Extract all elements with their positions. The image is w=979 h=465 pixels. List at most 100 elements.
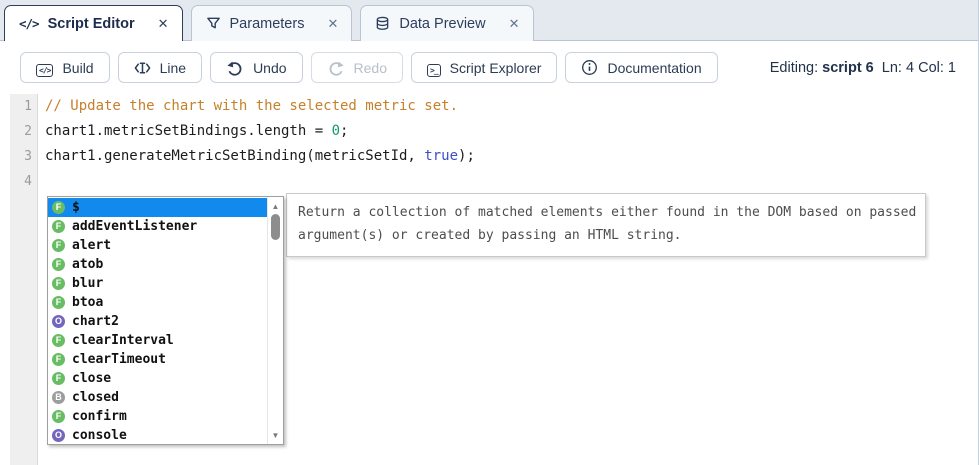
code-line[interactable]: // Update the chart with the selected me… — [45, 94, 978, 119]
autocomplete-item-label: closed — [72, 390, 119, 405]
script-explorer-icon: >_ — [427, 60, 441, 77]
autocomplete-item-label: addEventListener — [72, 219, 198, 234]
close-icon[interactable]: ✕ — [158, 16, 169, 32]
autocomplete-item-label: btoa — [72, 295, 104, 310]
autocomplete-list: F $ FaddEventListener Falert Fatob Fblur Fbtoa… — [48, 197, 267, 444]
function-icon: F — [52, 334, 65, 347]
autocomplete-item-label: chart2 — [72, 314, 119, 329]
editing-label: Editing: — [769, 59, 823, 76]
autocomplete-item-label: clearInterval — [72, 333, 174, 348]
autocomplete-scrollbar[interactable]: ▲ ▼ — [267, 197, 283, 444]
autocomplete-item[interactable]: Fbtoa — [48, 293, 267, 312]
close-icon[interactable]: ✕ — [509, 16, 520, 32]
autocomplete-item-label: confirm — [72, 409, 127, 424]
function-icon: F — [52, 353, 65, 366]
autocomplete-item[interactable]: Fconfirm — [48, 407, 267, 426]
line-number: 2 — [24, 124, 32, 139]
line-number: 3 — [24, 149, 32, 164]
line-value: 4 — [906, 59, 915, 76]
autocomplete-item[interactable]: Fclose — [48, 369, 267, 388]
function-icon: F — [52, 277, 65, 290]
token-plain: ; — [340, 123, 349, 139]
undo-button[interactable]: Undo — [210, 52, 303, 83]
filter-icon — [206, 16, 221, 31]
script-editor-window: </> Script Editor ✕ Parameters ✕ Data Preview… — [0, 0, 979, 465]
code-line[interactable] — [45, 169, 978, 194]
redo-button[interactable]: Redo — [310, 52, 403, 83]
toolbar: </> Build Line Undo Redo >_ Script Explorer Doc… — [0, 41, 978, 94]
toolbar-buttons: </> Build Line Undo Redo >_ Script Explorer Doc… — [20, 52, 770, 83]
token-comment: // Update the chart with the selected me… — [45, 98, 459, 114]
object-icon: O — [52, 429, 65, 442]
build-icon: </> — [36, 60, 54, 77]
function-icon: F — [52, 239, 65, 252]
undo-icon — [226, 60, 244, 76]
line-number: 1 — [24, 99, 32, 114]
scrollbar-thumb[interactable] — [271, 214, 280, 240]
build-button[interactable]: </> Build — [20, 52, 110, 83]
close-icon[interactable]: ✕ — [327, 16, 338, 32]
function-icon: F — [52, 372, 65, 385]
function-icon: F — [52, 296, 65, 309]
tooltip-line: argument(s) or created by passing an HTM… — [298, 228, 682, 243]
autocomplete-item-label: $ — [72, 200, 80, 215]
autocomplete-item[interactable]: FaddEventListener — [48, 217, 267, 236]
col-label: Col: — [914, 59, 948, 76]
autocomplete-item-label: atob — [72, 257, 104, 272]
autocomplete-item[interactable]: FclearTimeout — [48, 350, 267, 369]
autocomplete-item[interactable]: Fatob — [48, 255, 267, 274]
scroll-up-button[interactable]: ▲ — [268, 199, 283, 213]
button-label: Documentation — [607, 59, 702, 76]
col-value: 1 — [947, 59, 956, 76]
function-icon: F — [52, 258, 65, 271]
documentation-icon — [581, 59, 598, 76]
button-label: Script Explorer — [449, 59, 542, 76]
tab-data-preview[interactable]: Data Preview ✕ — [360, 5, 534, 41]
editing-script-name: script 6 — [822, 59, 874, 76]
tooltip-line: Return a collection of matched elements … — [298, 205, 917, 220]
tab-label: Script Editor — [47, 15, 135, 32]
tab-parameters[interactable]: Parameters ✕ — [190, 5, 353, 41]
script-explorer-button[interactable]: >_ Script Explorer — [411, 52, 558, 83]
editing-status: Editing: script 6 Ln: 4 Col: 1 — [770, 60, 958, 76]
autocomplete-item[interactable]: Oconsole — [48, 426, 267, 444]
code-icon: </> — [19, 15, 40, 31]
function-icon: F — [52, 201, 65, 214]
autocomplete-item-label: close — [72, 371, 112, 386]
token-plain: chart1.generateMetricSetBinding(metricSe… — [45, 148, 425, 164]
line-icon — [134, 60, 151, 76]
autocomplete-item-label: clearTimeout — [72, 352, 166, 367]
line-button[interactable]: Line — [117, 52, 203, 83]
button-label: Redo — [353, 59, 387, 76]
code-line[interactable]: chart1.generateMetricSetBinding(metricSe… — [45, 144, 978, 169]
scroll-down-button[interactable]: ▼ — [268, 428, 283, 442]
autocomplete-item-label: blur — [72, 276, 104, 291]
autocomplete-item[interactable]: Fblur — [48, 274, 267, 293]
autocomplete-item[interactable]: Falert — [48, 236, 267, 255]
autocomplete-item[interactable]: FclearInterval — [48, 331, 267, 350]
redo-icon — [327, 60, 345, 76]
database-icon — [375, 16, 390, 32]
button-label: Undo — [253, 59, 287, 76]
tab-bar: </> Script Editor ✕ Parameters ✕ Data Preview… — [0, 0, 978, 41]
autocomplete-item[interactable]: Bclosed — [48, 388, 267, 407]
documentation-button[interactable]: Documentation — [565, 52, 718, 83]
code-line[interactable]: chart1.metricSetBindings.length = 0; — [45, 119, 978, 144]
tab-label: Parameters — [229, 15, 305, 32]
line-number-gutter: 1 2 3 4 — [10, 94, 38, 465]
token-plain: ); — [458, 148, 475, 164]
autocomplete-item[interactable]: F $ — [48, 198, 267, 217]
autocomplete-tooltip: Return a collection of matched elements … — [286, 193, 926, 257]
line-number: 4 — [24, 174, 32, 189]
autocomplete-dropdown: F $ FaddEventListener Falert Fatob Fblur Fbtoa… — [47, 196, 284, 445]
token-plain: chart1.metricSetBindings.length = — [45, 123, 332, 139]
boolean-icon: B — [52, 391, 65, 404]
token-number: 0 — [331, 123, 341, 139]
autocomplete-item[interactable]: Ochart2 — [48, 312, 267, 331]
tab-script-editor[interactable]: </> Script Editor ✕ — [4, 5, 183, 41]
tab-label: Data Preview — [399, 15, 486, 32]
button-label: Build — [62, 59, 94, 76]
function-icon: F — [52, 220, 65, 233]
button-label: Line — [159, 59, 187, 76]
autocomplete-item-label: console — [72, 428, 127, 443]
